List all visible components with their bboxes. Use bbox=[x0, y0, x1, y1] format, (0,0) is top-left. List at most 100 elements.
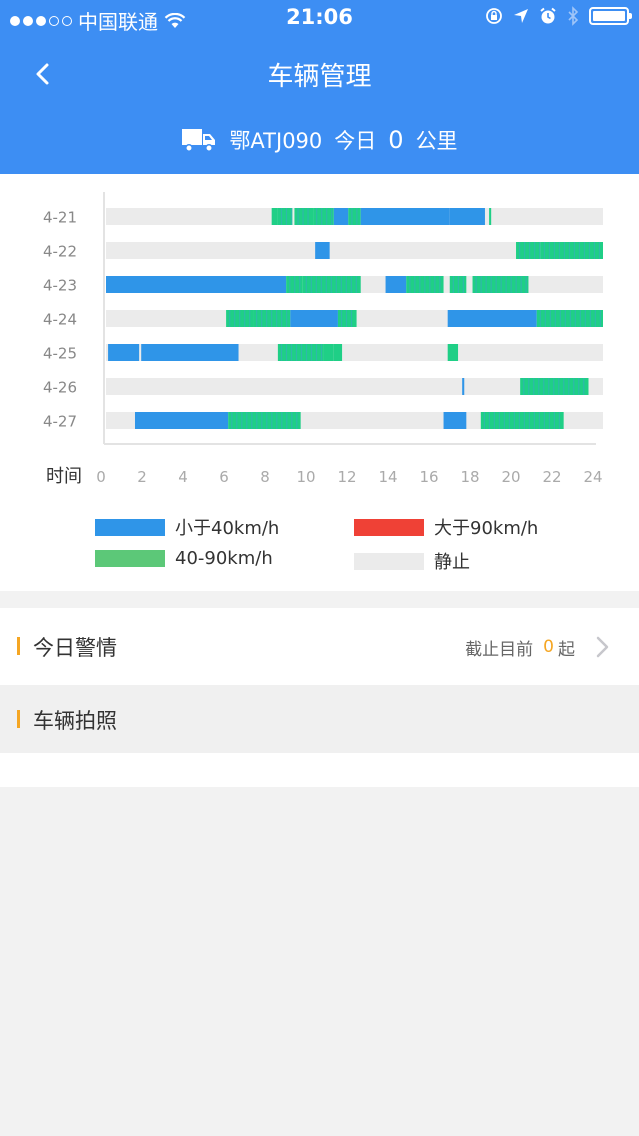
vehicle-photo-row[interactable]: 车辆拍照 bbox=[0, 685, 639, 753]
segment-stripe bbox=[234, 310, 236, 327]
segment-stripe bbox=[294, 276, 296, 293]
segment-stripe bbox=[488, 412, 491, 429]
legend-item-stopped: 静止 bbox=[354, 548, 470, 574]
segment-stripe bbox=[558, 242, 561, 259]
segment-stripe bbox=[543, 378, 545, 395]
segment-stripe bbox=[589, 310, 591, 327]
segment-stripe bbox=[345, 276, 347, 293]
segment-stripe bbox=[236, 412, 238, 429]
segment-stripe bbox=[331, 208, 333, 225]
segment-stripe bbox=[583, 242, 586, 259]
segment-stripe bbox=[350, 310, 353, 327]
segment-stripe bbox=[276, 412, 278, 429]
segment-stripe bbox=[539, 242, 541, 259]
segment-slow bbox=[290, 310, 338, 327]
segment-stripe bbox=[593, 242, 596, 259]
x-tick-label: 10 bbox=[296, 468, 315, 486]
segment-stripe bbox=[266, 412, 268, 429]
photo-content-area bbox=[0, 753, 639, 787]
x-tick-label: 16 bbox=[419, 468, 438, 486]
segment-stripe bbox=[229, 310, 231, 327]
segment-stripe bbox=[518, 412, 521, 429]
x-tick-label: 8 bbox=[260, 468, 270, 486]
segment-medium bbox=[323, 344, 334, 361]
segment-stripe bbox=[320, 276, 322, 293]
segment-stripe bbox=[302, 208, 304, 225]
segment-stripe bbox=[563, 242, 566, 259]
segment-stripe bbox=[231, 412, 233, 429]
segment-medium bbox=[480, 412, 564, 429]
legend-label: 40-90km/h bbox=[175, 548, 273, 569]
segment-stripe bbox=[543, 242, 546, 259]
segment-stripe bbox=[493, 412, 496, 429]
segment-stripe bbox=[519, 242, 521, 259]
segment-stripe bbox=[290, 344, 293, 361]
segment-stripe bbox=[439, 276, 441, 293]
segment-stripe bbox=[239, 310, 241, 327]
x-tick-label: 14 bbox=[378, 468, 397, 486]
segment-stripe bbox=[424, 276, 426, 293]
legend-label: 静止 bbox=[434, 552, 470, 573]
segment-stripe bbox=[483, 412, 486, 429]
segment-stripe bbox=[289, 276, 291, 293]
segment-medium bbox=[337, 310, 357, 327]
rotation-lock-icon bbox=[486, 8, 502, 24]
segment-stripe bbox=[568, 378, 570, 395]
segment-stripe bbox=[520, 276, 522, 293]
segment-stripe bbox=[513, 412, 516, 429]
segment-stripe bbox=[475, 276, 477, 293]
segment-stripe bbox=[300, 344, 303, 361]
today-alert-row[interactable]: 今日警情 截止目前 0 起 bbox=[0, 608, 639, 685]
segment-stripe bbox=[291, 412, 293, 429]
segment-slow bbox=[449, 208, 485, 225]
segment-stripe bbox=[510, 276, 512, 293]
segment-stripe bbox=[241, 412, 243, 429]
segment-stripe bbox=[457, 276, 459, 293]
segment-stripe bbox=[325, 276, 327, 293]
legend-swatch bbox=[95, 518, 165, 536]
segment-stripe bbox=[574, 310, 576, 327]
segment-stripe bbox=[429, 276, 431, 293]
segment-stripe bbox=[286, 412, 288, 429]
vehicle-photo-title: 车辆拍照 bbox=[33, 709, 117, 733]
segment-stripe bbox=[315, 344, 318, 361]
speed-timeline-card: 4-21 4-22 4-23 4-24 4-25 4-26 4-27 时间 0 2 4 6 8 10 12 1… bbox=[0, 174, 639, 591]
chevron-right-icon bbox=[596, 636, 609, 658]
bluetooth-icon bbox=[568, 6, 579, 26]
segment-stripe bbox=[485, 276, 487, 293]
segment-stripe bbox=[414, 276, 416, 293]
segment-stripe bbox=[503, 412, 506, 429]
today-alert-title: 今日警情 bbox=[33, 636, 117, 660]
segment-stripe bbox=[583, 378, 585, 395]
segment-stripe bbox=[490, 276, 492, 293]
legend-item-fast: 大于90km/h bbox=[354, 514, 538, 540]
segment-stripe bbox=[320, 344, 323, 361]
segment-medium bbox=[294, 208, 314, 225]
x-tick-label: 0 bbox=[96, 468, 106, 486]
segment-stripe bbox=[276, 310, 278, 327]
row-date-label: 4-22 bbox=[43, 243, 77, 261]
segment-slow bbox=[447, 310, 537, 327]
chart-legend: 小于40km/h 大于90km/h 40-90km/h 静止 bbox=[0, 514, 639, 574]
segment-stripe bbox=[549, 310, 551, 327]
segment-stripe bbox=[340, 310, 343, 327]
segment-stripe bbox=[498, 412, 501, 429]
legend-swatch bbox=[354, 552, 424, 570]
x-tick-label: 6 bbox=[219, 468, 229, 486]
segment-medium bbox=[447, 344, 459, 361]
segment-stripe bbox=[307, 208, 309, 225]
truck-icon bbox=[182, 129, 216, 152]
accent-bar bbox=[17, 637, 20, 655]
segment-stripe bbox=[534, 242, 536, 259]
row-date-label: 4-24 bbox=[43, 311, 77, 329]
segment-stripe bbox=[528, 412, 531, 429]
segment-stripe bbox=[251, 412, 253, 429]
segment-stripe bbox=[553, 378, 555, 395]
segment-stripe bbox=[256, 412, 258, 429]
vehicle-info: 鄂ATJ090 今日 0 公里 bbox=[0, 125, 639, 155]
segment-stripe bbox=[261, 310, 263, 327]
segment-slow bbox=[360, 208, 450, 225]
segment-medium bbox=[333, 344, 343, 361]
segment-stripe bbox=[568, 242, 571, 259]
segment-stripe bbox=[578, 242, 581, 259]
